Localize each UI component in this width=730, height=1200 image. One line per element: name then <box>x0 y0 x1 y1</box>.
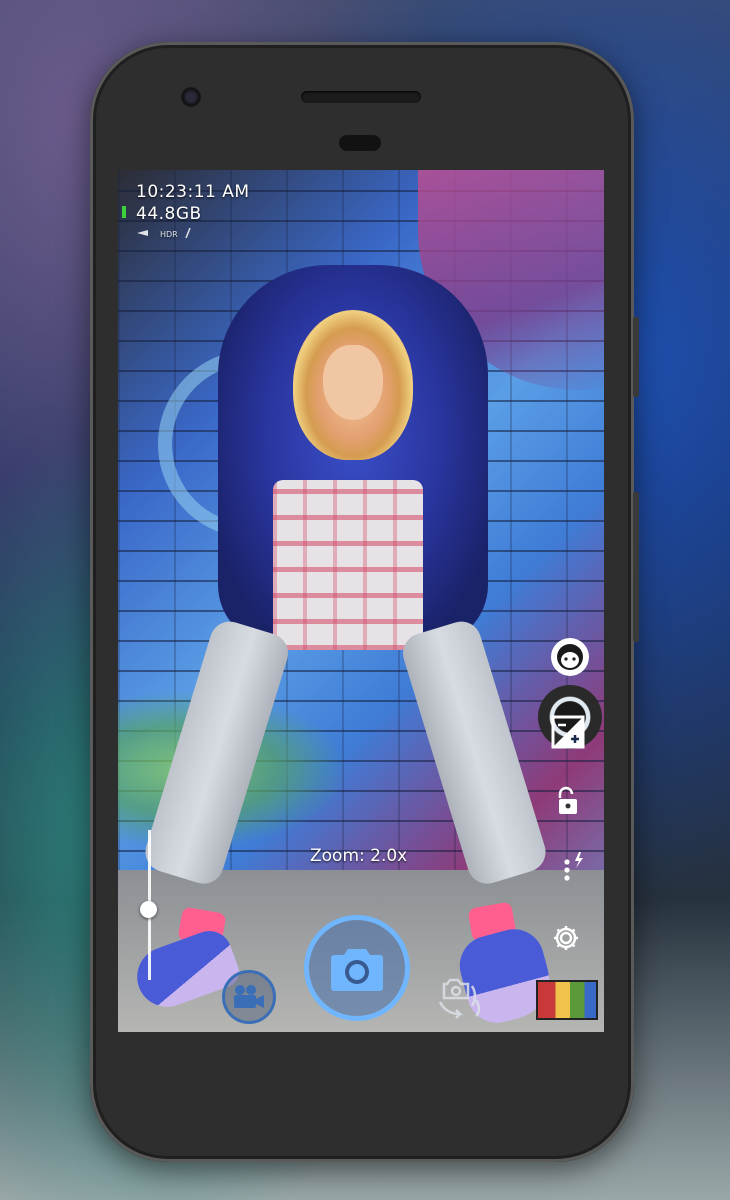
switch-camera-icon <box>438 978 481 1019</box>
zoom-slider-thumb[interactable] <box>140 901 157 918</box>
video-camera-icon <box>234 985 264 1008</box>
free-storage: 44.8GB <box>136 204 202 224</box>
exposure-compensation-button[interactable] <box>551 715 585 749</box>
storage-indicator <box>122 206 126 218</box>
shutter-button[interactable] <box>304 915 410 1021</box>
front-camera-lens <box>181 87 201 107</box>
settings-button[interactable] <box>550 922 582 954</box>
video-mode-button[interactable] <box>222 970 276 1024</box>
subject-plaid-shirt <box>273 480 423 650</box>
subject-face <box>323 345 383 420</box>
gallery-thumbnail[interactable] <box>536 980 598 1020</box>
earpiece-speaker <box>301 91 421 103</box>
flashlight-icon <box>136 229 154 239</box>
flash-auto-icon <box>564 852 583 881</box>
switch-camera-button[interactable] <box>436 974 486 1020</box>
hdr-icon: HDR <box>160 229 178 239</box>
gear-icon <box>554 926 578 950</box>
exposure-compensation-icon <box>551 715 585 749</box>
status-mini-icons: HDR <box>136 227 192 240</box>
proximity-sensor <box>339 135 381 151</box>
face-detection-button[interactable] <box>551 638 589 676</box>
unlock-icon <box>558 786 577 814</box>
clock-time: 10:23:11 AM <box>136 182 250 202</box>
exposure-mini-icon <box>184 227 192 240</box>
flash-button[interactable] <box>558 850 588 886</box>
zoom-label: Zoom: 2.0x <box>310 846 408 866</box>
camera-icon <box>331 949 383 991</box>
volume-button <box>633 317 639 397</box>
power-button <box>633 492 639 642</box>
face-detection-icon <box>557 644 583 670</box>
exposure-lock-button[interactable] <box>554 786 582 816</box>
camera-viewfinder[interactable]: 10:23:11 AM 44.8GB HDR Zoom: 2.0x <box>118 170 604 1032</box>
